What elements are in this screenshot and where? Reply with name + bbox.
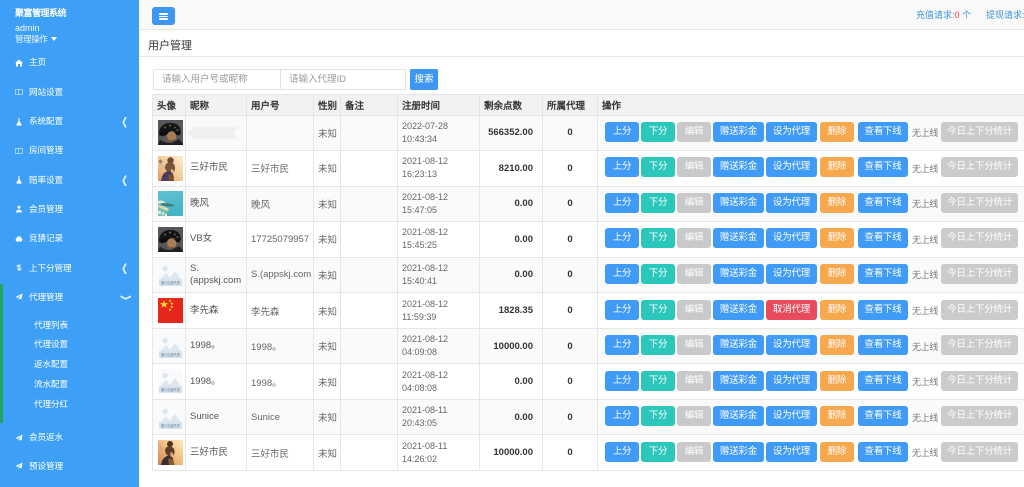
svg-text:图片加载失败: 图片加载失败 <box>161 387 181 392</box>
svg-text:图片加载失败: 图片加载失败 <box>161 422 181 427</box>
svg-text:图片加载失败: 图片加载失败 <box>161 280 181 285</box>
svg-text:图片加载失败: 图片加载失败 <box>161 351 181 356</box>
